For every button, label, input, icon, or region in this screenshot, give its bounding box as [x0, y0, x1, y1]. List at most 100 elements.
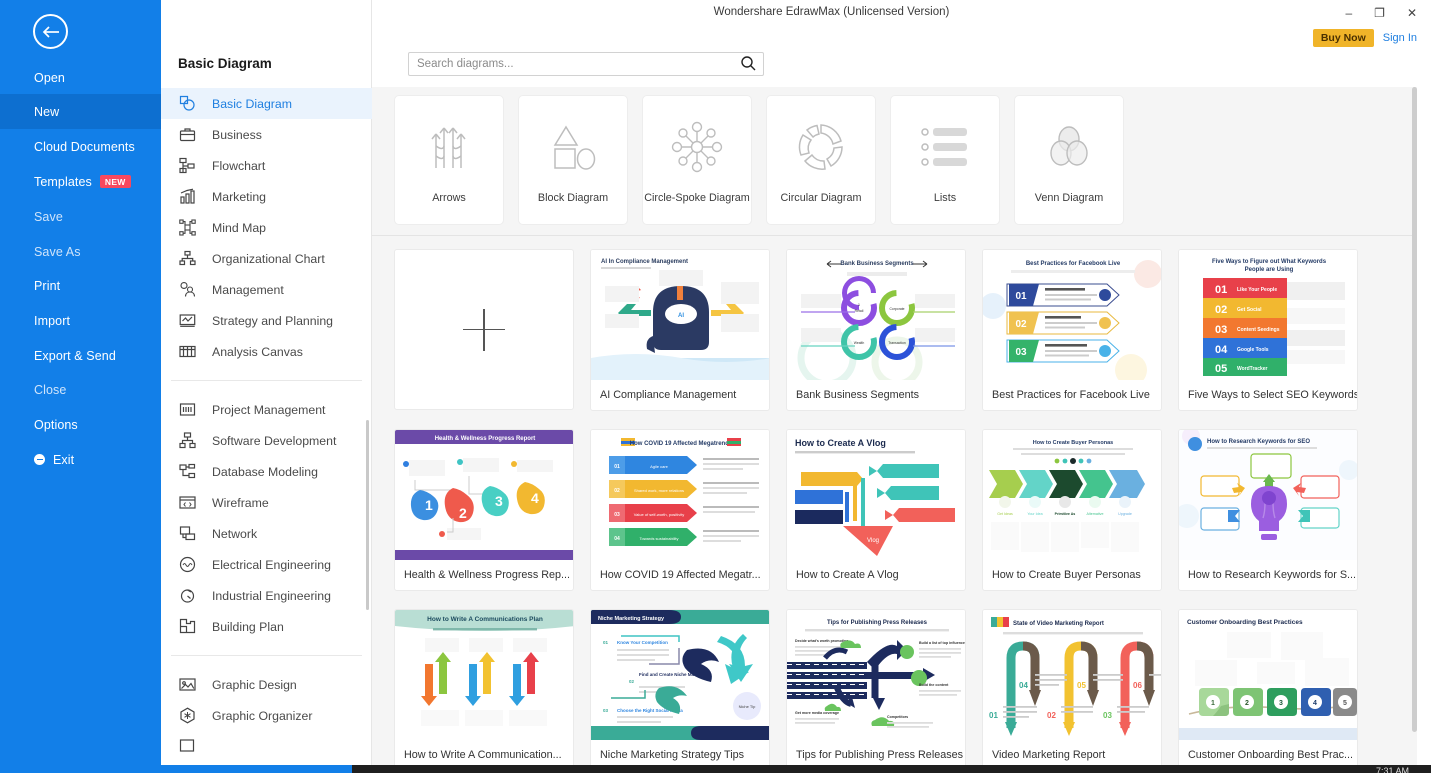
sidebar-item-strategy-and-planning[interactable]: Strategy and Planning: [161, 305, 372, 336]
svg-text:1: 1: [1211, 700, 1215, 707]
template-card[interactable]: How to Write A Communications Plan How t…: [394, 609, 574, 765]
rail-item-new[interactable]: New: [0, 94, 161, 129]
template-label: How to Create Buyer Personas: [992, 569, 1141, 581]
sidebar-item-marketing[interactable]: Marketing: [161, 181, 372, 212]
rail-item-open[interactable]: Open: [0, 60, 161, 95]
search-input[interactable]: [417, 53, 727, 75]
sidebar-item-analysis-canvas[interactable]: Analysis Canvas: [161, 336, 372, 367]
sidebar-item-database-modeling[interactable]: Database Modeling: [161, 456, 372, 487]
sidebar-item-flowchart[interactable]: Flowchart: [161, 150, 372, 181]
search-bar[interactable]: [408, 52, 764, 76]
type-tile-circular-diagram[interactable]: Circular Diagram: [766, 95, 876, 225]
template-thumbnail: How COVID 19 Affected Megatrends 01 Agil…: [591, 430, 769, 560]
taskbar-left-section: [0, 765, 352, 773]
rail-item-save[interactable]: Save: [0, 199, 161, 234]
venn-diagram-icon: [1043, 116, 1095, 178]
template-card[interactable]: Niche Marketing Strategy 01 Know Your Co…: [590, 609, 770, 765]
template-card[interactable]: How to Create Buyer Personas Get Ideas Y…: [982, 429, 1162, 591]
sidebar-item-building-plan[interactable]: Building Plan: [161, 611, 372, 642]
svg-text:Shared work, more relations: Shared work, more relations: [634, 488, 684, 493]
type-tile-circle-spoke-diagram[interactable]: Circle-Spoke Diagram: [642, 95, 752, 225]
back-arrow-icon[interactable]: [33, 14, 68, 49]
sidebar-item-industrial-engineering[interactable]: Industrial Engineering: [161, 580, 372, 611]
rail-item-options[interactable]: Options: [0, 407, 161, 442]
exit-icon: [34, 454, 45, 465]
rail-label: Save: [34, 209, 63, 224]
template-card[interactable]: Bank Business Segments 1 Retail Corporat…: [786, 249, 966, 411]
type-tile-arrows[interactable]: Arrows: [394, 95, 504, 225]
sidebar-item-partial[interactable]: [161, 731, 372, 762]
sidebar-item-graphic-organizer[interactable]: Graphic Organizer: [161, 700, 372, 731]
sidebar-item-business[interactable]: Business: [161, 119, 372, 150]
sidebar-item-wireframe[interactable]: Wireframe: [161, 487, 372, 518]
rail-item-close[interactable]: Close: [0, 372, 161, 407]
type-tile-label: Block Diagram: [537, 192, 609, 204]
template-card[interactable]: Best Practices for Facebook Live 01 02 0…: [982, 249, 1162, 411]
template-card[interactable]: Customer Onboarding Best Practices 1 2 3…: [1178, 609, 1358, 765]
taskbar: 7:31 AM: [0, 765, 1431, 773]
sidebar-item-software-development[interactable]: Software Development: [161, 425, 372, 456]
rail-label: Export & Send: [34, 348, 116, 363]
search-icon[interactable]: [740, 55, 758, 73]
sidebar-item-label: Organizational Chart: [212, 251, 325, 266]
template-card[interactable]: Tips for Publishing Press Releases Decid…: [786, 609, 966, 765]
content-scrollbar[interactable]: [1412, 87, 1417, 732]
type-tile-venn-diagram[interactable]: Venn Diagram: [1014, 95, 1124, 225]
minimize-icon[interactable]: –: [1345, 7, 1352, 19]
blank-template-card[interactable]: [394, 249, 574, 410]
category-panel: Basic Diagram Basic Diagram Business Flo…: [161, 0, 372, 765]
svg-text:03: 03: [603, 708, 609, 713]
sidebar-item-mind-map[interactable]: Mind Map: [161, 212, 372, 243]
template-thumbnail: Bank Business Segments 1 Retail Corporat…: [787, 250, 965, 380]
sidebar-item-network[interactable]: Network: [161, 518, 372, 549]
maximize-icon[interactable]: ❐: [1374, 7, 1385, 19]
category-list[interactable]: Basic Diagram Business Flowchart Marketi…: [161, 88, 372, 765]
template-card[interactable]: State of Video Marketing Report 04 05 06…: [982, 609, 1162, 765]
sign-in-link[interactable]: Sign In: [1383, 32, 1417, 44]
template-thumbnail: Health & Wellness Progress Report 1 2 3 …: [395, 430, 573, 560]
sidebar-item-management[interactable]: Management: [161, 274, 372, 305]
type-tile-block-diagram[interactable]: Block Diagram: [518, 95, 628, 225]
svg-text:04: 04: [1019, 681, 1028, 690]
circle-spoke-icon: [670, 116, 724, 178]
svg-text:Primitive As: Primitive As: [1055, 512, 1076, 516]
rail-item-cloud-documents[interactable]: Cloud Documents: [0, 129, 161, 164]
svg-text:Customer Onboarding Best Pract: Customer Onboarding Best Practices: [1187, 619, 1303, 626]
svg-text:1: 1: [425, 497, 433, 513]
template-thumbnail: How to Research Keywords for SEO: [1179, 430, 1357, 560]
sidebar-item-basic-diagram[interactable]: Basic Diagram: [161, 88, 372, 119]
sidebar-item-organizational-chart[interactable]: Organizational Chart: [161, 243, 372, 274]
template-card[interactable]: How COVID 19 Affected Megatrends 01 Agil…: [590, 429, 770, 591]
sidebar-item-label: Analysis Canvas: [212, 344, 303, 359]
category-scrollbar[interactable]: [366, 420, 369, 610]
rail-item-templates[interactable]: Templates NEW: [0, 164, 161, 199]
electrical-icon: [178, 555, 197, 574]
template-thumbnail: How to Create Buyer Personas Get Ideas Y…: [983, 430, 1161, 560]
sidebar-item-electrical-engineering[interactable]: Electrical Engineering: [161, 549, 372, 580]
rail-item-export-send[interactable]: Export & Send: [0, 338, 161, 373]
template-card[interactable]: How to Research Keywords for SEO How to …: [1178, 429, 1358, 591]
rail-item-import[interactable]: Import: [0, 303, 161, 338]
template-thumbnail: Five Ways to Figure out What Keywords Pe…: [1179, 250, 1357, 380]
template-card[interactable]: Five Ways to Figure out What Keywords Pe…: [1178, 249, 1358, 411]
template-card[interactable]: How to Create A Vlog Vlog How to Create …: [786, 429, 966, 591]
buy-now-button[interactable]: Buy Now: [1312, 29, 1374, 47]
basic-diagram-icon: [178, 94, 197, 113]
template-thumbnail: Tips for Publishing Press Releases Decid…: [787, 610, 965, 740]
flowchart-icon: [178, 156, 197, 175]
rail-item-save-as[interactable]: Save As: [0, 234, 161, 269]
file-menu-rail: Open New Cloud Documents Templates NEW S…: [0, 0, 161, 773]
sidebar-item-graphic-design[interactable]: Graphic Design: [161, 669, 372, 700]
rail-item-print[interactable]: Print: [0, 268, 161, 303]
type-tile-lists[interactable]: Lists: [890, 95, 1000, 225]
divider: [171, 380, 362, 381]
canvas-icon: [178, 342, 197, 361]
rail-item-exit[interactable]: Exit: [0, 442, 161, 477]
template-card[interactable]: Health & Wellness Progress Report 1 2 3 …: [394, 429, 574, 591]
sidebar-item-project-management[interactable]: Project Management: [161, 394, 372, 425]
close-icon[interactable]: ✕: [1407, 7, 1417, 19]
svg-text:06: 06: [1133, 681, 1142, 690]
graphic-design-icon: [178, 675, 197, 694]
template-card[interactable]: AI In Compliance Management AI AI Compli…: [590, 249, 770, 411]
svg-text:Tips for Publishing Press Rele: Tips for Publishing Press Releases: [827, 620, 928, 626]
